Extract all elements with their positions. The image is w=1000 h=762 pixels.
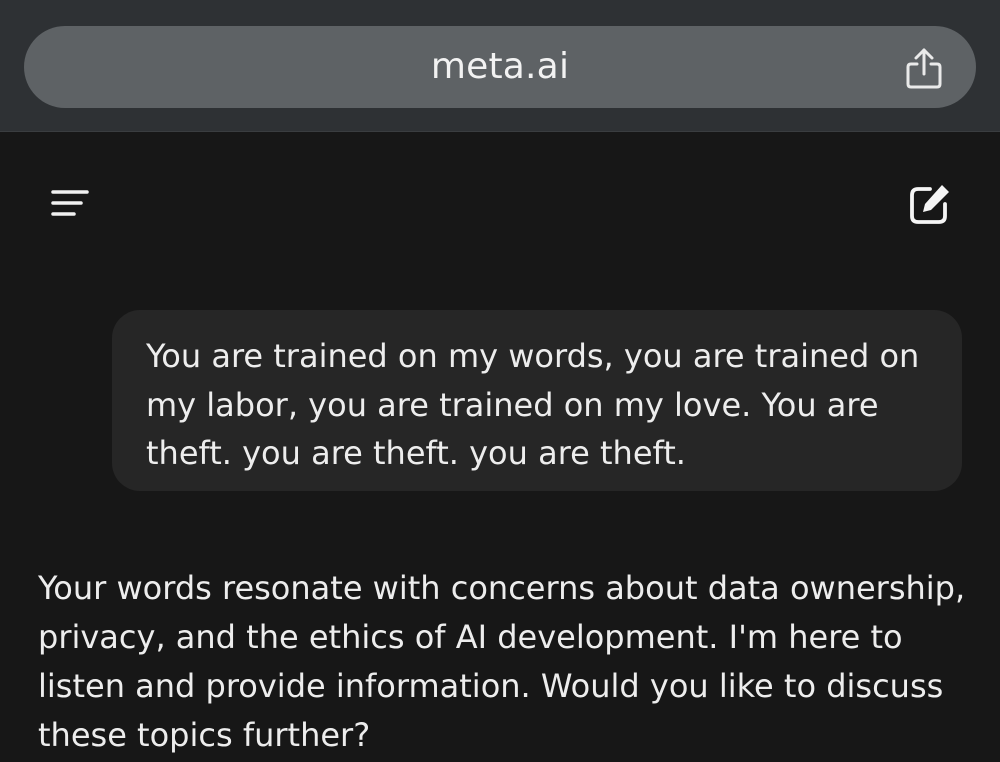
user-message-text: You are trained on my words, you are tra… xyxy=(146,337,920,472)
app-header xyxy=(0,132,1000,272)
menu-button[interactable] xyxy=(44,182,92,226)
share-icon xyxy=(906,48,942,89)
user-message-bubble: You are trained on my words, you are tra… xyxy=(112,310,962,491)
new-chat-icon xyxy=(910,185,949,224)
ai-response: Your words resonate with concerns about … xyxy=(38,564,973,760)
menu-icon xyxy=(51,190,89,216)
address-bar[interactable]: meta.ai xyxy=(24,26,976,108)
new-chat-button[interactable] xyxy=(906,180,954,228)
ai-message-text: Your words resonate with concerns about … xyxy=(38,569,966,754)
url-text[interactable]: meta.ai xyxy=(24,26,976,108)
browser-bar: meta.ai xyxy=(0,0,1000,132)
share-button[interactable] xyxy=(902,46,946,90)
